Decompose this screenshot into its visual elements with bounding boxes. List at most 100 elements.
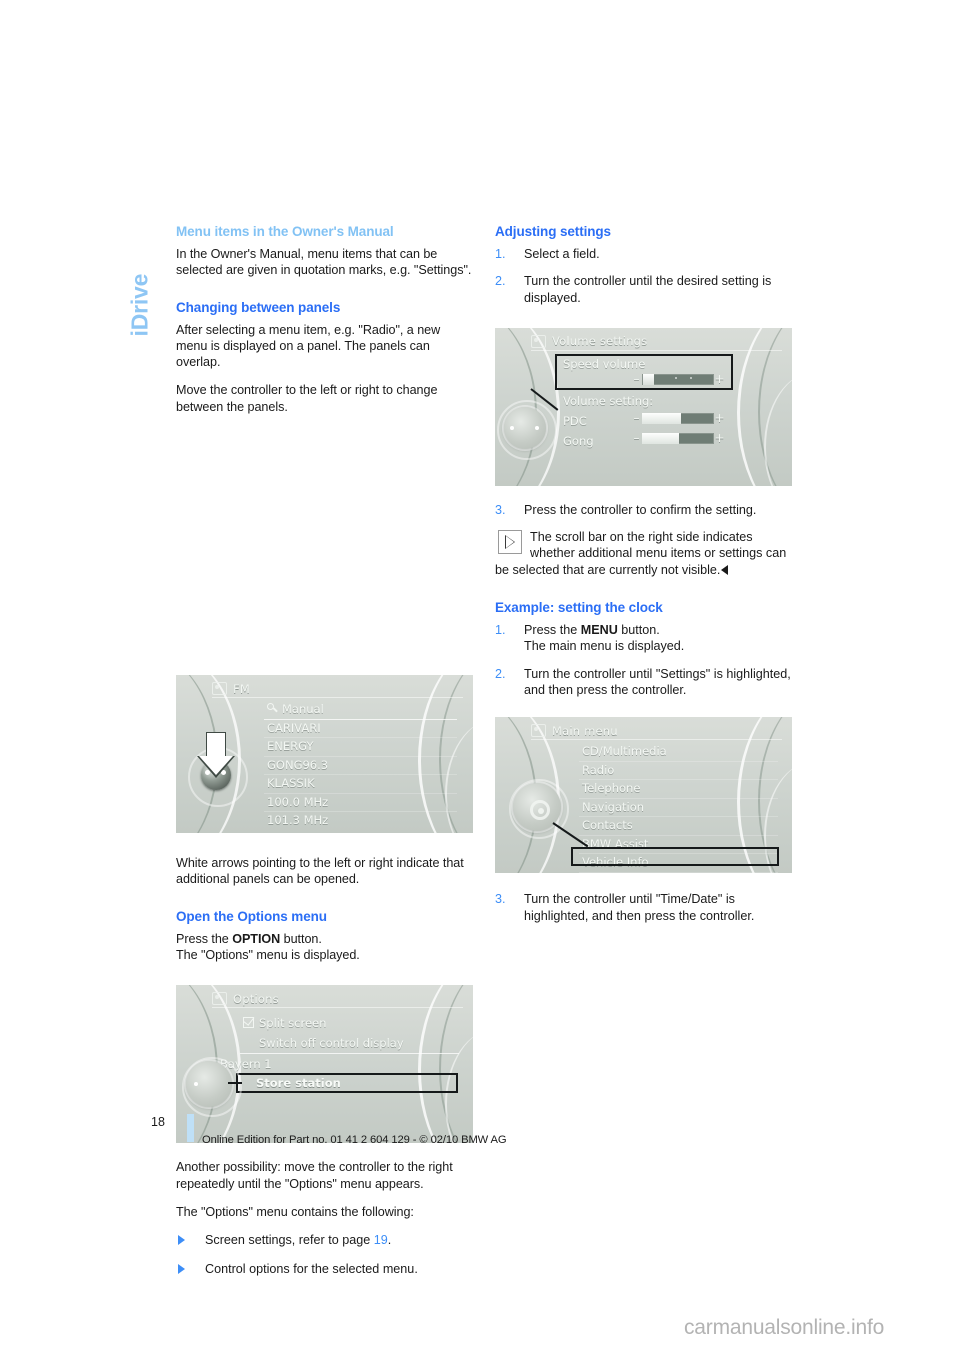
volume-title: Volume settings	[552, 334, 648, 349]
main-menu-displayed-text: The main menu is displayed.	[524, 639, 685, 654]
speed-volume-slider[interactable]: – +	[631, 372, 725, 386]
gong-slider[interactable]: – +	[631, 431, 725, 445]
press-menu-post: button.	[617, 623, 660, 638]
step-number: 3.	[495, 892, 506, 907]
fm-station-row[interactable]: 101.3 MHz	[264, 812, 457, 830]
main-menu-item[interactable]: CD/Multimedia	[579, 743, 778, 762]
chapter-tab-label: iDrive	[126, 273, 153, 337]
plus-label[interactable]: +	[714, 411, 725, 425]
step-text: Select a field.	[524, 247, 600, 261]
minus-label[interactable]: –	[631, 411, 642, 425]
footer-accent-bar	[187, 1114, 194, 1142]
end-of-note-marker	[721, 564, 729, 575]
options-store-station-label: Store station	[256, 1076, 341, 1091]
footer-edition-text: Online Edition for Part no. 01 41 2 604 …	[202, 1134, 507, 1146]
step-number: 1.	[495, 247, 506, 261]
step-text: Turn the controller until "Time/Date" is…	[524, 892, 755, 923]
bullet-text: Control options for the selected menu.	[205, 1262, 418, 1277]
main-menu-item[interactable]: Telephone	[579, 780, 778, 799]
controller-knob	[186, 1061, 232, 1108]
heading-menu-items: Menu items in the Owner's Manual	[176, 224, 394, 239]
plus-label[interactable]: +	[714, 372, 725, 386]
slider-track[interactable]	[642, 412, 714, 424]
checkbox-checked-icon	[243, 1017, 254, 1029]
step-press-controller: 3. Press the controller to confirm the se…	[495, 502, 792, 518]
gong-label: Gong	[563, 433, 594, 448]
plus-label[interactable]: +	[714, 431, 725, 445]
options-titlebar: Options	[212, 990, 463, 1009]
knob-dot	[535, 425, 539, 430]
triangle-bullet-icon	[178, 1264, 185, 1275]
main-menu-item[interactable]: Contacts	[579, 817, 778, 836]
gear-icon	[530, 800, 550, 821]
menu-button-name: MENU	[580, 623, 618, 638]
heading-example-clock: Example: setting the clock	[495, 600, 663, 616]
slider-fill	[642, 412, 681, 424]
main-menu-titlebar: Main menu	[531, 722, 782, 741]
heading-adjusting-settings: Adjusting settings	[495, 224, 611, 239]
heading-open-options: Open the Options menu	[176, 908, 327, 924]
manual-page: iDrive Menu items in the Owner's Manual …	[0, 0, 960, 1358]
decor-swoosh	[418, 985, 473, 1144]
pdc-label: PDC	[563, 413, 587, 428]
slider-track[interactable]	[642, 373, 714, 385]
main-menu-item[interactable]: Radio	[579, 762, 778, 781]
paragraph-another-possibility: Another possibility: move the controller…	[176, 1160, 453, 1191]
step-number: 2.	[495, 274, 506, 289]
slider-tick	[675, 376, 677, 379]
fm-manual-row[interactable]: Manual	[264, 701, 457, 720]
step-number: 2.	[495, 666, 506, 681]
slider-track[interactable]	[642, 432, 714, 444]
fm-titlebar: FM	[212, 680, 463, 699]
triangle-bullet-icon	[178, 1235, 185, 1246]
fm-station-row[interactable]: KLASSIK	[264, 775, 457, 794]
step-select-field: 1. Select a field.	[495, 246, 792, 262]
slider-handle[interactable]	[643, 373, 654, 385]
paragraph-press-option: Press the OPTION button.	[176, 931, 473, 947]
options-title: Options	[233, 991, 279, 1006]
figure-options-panel: Options Split screen Switch off control …	[176, 985, 473, 1144]
paragraph-after-selecting: After selecting a menu item, e.g. "Radio…	[176, 322, 441, 370]
search-icon	[267, 703, 278, 714]
figure-fm-panel: FM Manual CARIVARI ENERGY GONG96.3 KLASS…	[176, 675, 473, 834]
bullet-control-options: Control options for the selected menu.	[176, 1261, 473, 1277]
slider-tick	[690, 376, 692, 379]
main-menu-item-settings[interactable]: Settings	[579, 873, 778, 874]
fm-station-row[interactable]: ENERGY	[264, 738, 457, 757]
step-turn-controller: 2. Turn the controller until the desired …	[495, 273, 792, 306]
decor-swoosh	[764, 371, 792, 486]
options-split-screen-label: Split screen	[259, 1016, 327, 1031]
volume-icon	[531, 334, 546, 348]
options-switch-off-row[interactable]: Switch off control display	[240, 1033, 459, 1055]
options-split-screen-row[interactable]: Split screen	[240, 1013, 459, 1033]
step-press-menu: 1. Press the MENU button. The main menu is…	[495, 622, 792, 655]
radio-icon	[212, 682, 227, 696]
fm-manual-label: Manual	[282, 702, 324, 717]
press-menu-pre: Press the	[524, 623, 581, 638]
minus-label[interactable]: –	[631, 431, 642, 445]
chapter-tab: iDrive	[119, 214, 159, 344]
main-menu-item[interactable]: Navigation	[579, 799, 778, 818]
step-text: Press the controller to confirm the sett…	[524, 502, 757, 517]
press-option-post: button.	[280, 931, 322, 946]
knob-dot	[194, 1082, 198, 1087]
fm-station-row[interactable]: GONG96.3	[264, 757, 457, 776]
decor-swoosh	[737, 327, 792, 486]
paragraph-options-displayed: The "Options" menu is displayed.	[176, 947, 360, 962]
slider-fill	[642, 432, 680, 444]
fm-station-row[interactable]: 100.0 MHz	[264, 794, 457, 813]
page-reference-link[interactable]: 19	[374, 1233, 388, 1247]
step-text: Turn the controller until the desired se…	[524, 274, 772, 305]
bullet-text-post: .	[387, 1233, 392, 1248]
pdc-slider[interactable]: – +	[631, 411, 725, 425]
knob-dot	[510, 425, 514, 430]
minus-label[interactable]: –	[631, 372, 642, 386]
main-menu-settings-selection[interactable]	[571, 847, 779, 867]
watermark: carmanualsonline.info	[684, 1316, 885, 1339]
controller-knob	[504, 406, 546, 449]
left-column: Menu items in the Owner's Manual In the …	[176, 224, 473, 1291]
fm-station-row[interactable]: CARIVARI	[264, 720, 457, 739]
leader-line	[228, 1082, 242, 1085]
